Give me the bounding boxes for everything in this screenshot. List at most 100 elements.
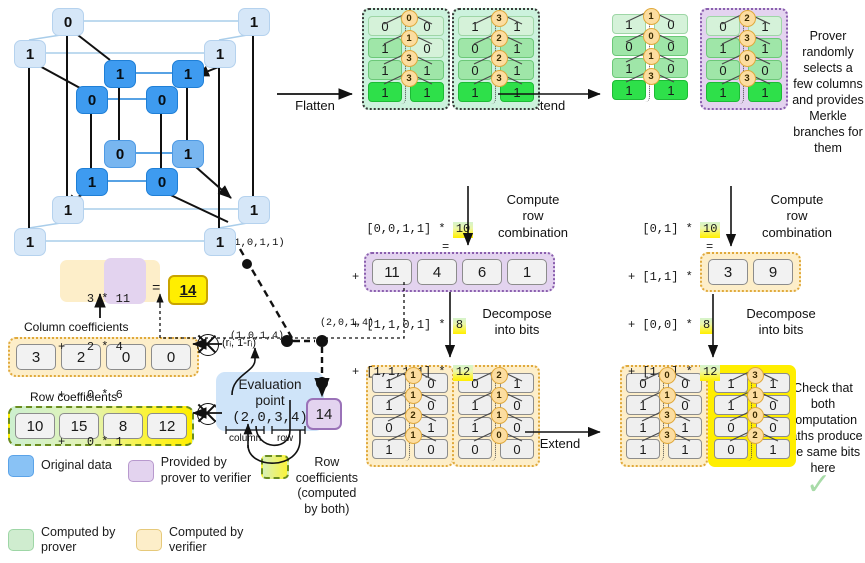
coef-chip: 3	[16, 344, 56, 370]
tree-internal-node: 3	[400, 70, 418, 87]
legend-item-row-coefficients: Row coefficients (computed by both)	[260, 455, 358, 518]
tree-leaf: 0	[458, 38, 492, 58]
cube-node: 1	[14, 40, 46, 68]
evaluation-point-title: Evaluation point	[238, 377, 302, 408]
tree-internal-node: 3	[738, 30, 756, 47]
tree-leaf: 1	[368, 82, 402, 102]
tree-leaf: 0	[458, 439, 492, 459]
row-combination-left-result: 11 4 6 1	[364, 252, 555, 292]
tree-internal-node: 0	[400, 10, 418, 27]
legend-label: Provided by prover to verifier	[160, 455, 252, 485]
legend-label: Computed by prover	[41, 524, 116, 555]
compute-row-combination-left-label: Compute row combination	[497, 192, 569, 240]
tree-internal-node: 3	[490, 10, 508, 27]
dashed-point-label-1: (1,0,1,4)	[230, 331, 285, 342]
tree-internal-node: 2	[490, 367, 508, 384]
cube-node: 1	[204, 228, 236, 256]
value-chip: 4	[417, 259, 457, 285]
tree-leaf: 1	[654, 80, 688, 100]
cube-node: 1	[238, 8, 270, 36]
cube-node: 1	[104, 60, 136, 88]
verifier-calc-result: 14	[168, 275, 208, 305]
cube-node: 0	[104, 140, 136, 168]
cube-node: 1	[52, 196, 84, 224]
tree-leaf: 1	[612, 58, 646, 78]
cube-node: 1	[172, 140, 204, 168]
tree-leaf: 1	[626, 417, 660, 437]
tree-internal-node: 0	[658, 367, 676, 384]
verifier-calc-formula: 3 * 11 + 2 * 4 + 0 * 6 + 0 * 1	[58, 291, 131, 450]
bits-tree-right-group-2: 110010013102	[708, 365, 796, 467]
tree-leaf: 0	[500, 439, 534, 459]
cube-node: 0	[146, 86, 178, 114]
tree-internal-node: 1	[404, 387, 422, 404]
evaluation-point-value: (2,0,3,4)	[232, 410, 308, 427]
legend-swatch-gradient	[260, 455, 289, 479]
flatten-tree-group-2: 100111113223	[452, 8, 540, 110]
decompose-left-label: Decompose into bits	[482, 306, 552, 338]
tree-leaf: 0	[706, 16, 740, 36]
tree-internal-node: 3	[738, 70, 756, 87]
cube-node: 1	[14, 228, 46, 256]
extend-tree-group-1: 101100011013	[608, 8, 692, 106]
tree-internal-node: 1	[658, 387, 676, 404]
tree-leaf: 0	[458, 60, 492, 80]
tree-internal-node: 3	[746, 367, 764, 384]
tree-leaf: 0	[368, 16, 402, 36]
cube-node: 0	[52, 8, 84, 36]
tree-leaf: 0	[612, 36, 646, 56]
legend-label: Row coefficients (computed by both)	[295, 455, 358, 516]
tree-leaf: 1	[458, 82, 492, 102]
cube-node: 1	[172, 60, 204, 88]
tree-leaf: 1	[500, 82, 534, 102]
cube-node: 1	[76, 168, 108, 196]
compute-row-combination-right-label: Compute row combination	[761, 192, 833, 240]
tree-internal-node: 0	[746, 407, 764, 424]
tree-internal-node: 2	[746, 427, 764, 444]
tree-leaf: 1	[368, 38, 402, 58]
tree-leaf: 1	[458, 417, 492, 437]
coef-chip: 10	[15, 413, 55, 439]
value-chip: 6	[462, 259, 502, 285]
legend-swatch-green	[8, 529, 34, 552]
tensor-product-icon-column	[197, 334, 219, 356]
tree-leaf: 0	[372, 417, 406, 437]
tree-internal-node: 2	[404, 407, 422, 424]
value-chip: 11	[372, 259, 412, 285]
tree-internal-node: 1	[746, 387, 764, 404]
legend-swatch-purple	[127, 459, 154, 482]
evaluation-row-label: row	[277, 433, 294, 444]
coef-chip: 12	[147, 413, 187, 439]
legend-item-verifier-computed: Computed by verifier	[136, 525, 278, 556]
tree-leaf: 1	[372, 439, 406, 459]
tree-internal-node: 3	[642, 68, 660, 85]
check-icon-right: ✓	[806, 468, 832, 501]
tree-internal-node: 2	[490, 50, 508, 67]
tree-internal-node: 0	[490, 427, 508, 444]
tree-internal-node: 1	[404, 427, 422, 444]
extend-tree-group-2: 010111012303	[700, 8, 788, 110]
cube-node: 1	[204, 40, 236, 68]
tree-leaf: 0	[414, 439, 448, 459]
diagram-canvas: 0 1 1 1 1 1 1 1 1 0 1 0 0 1 1 0 (1,0,1,1…	[0, 0, 865, 554]
tree-leaf: 1	[626, 439, 660, 459]
tree-leaf: 1	[612, 80, 646, 100]
row-combination-right-result: 3 9	[700, 252, 801, 292]
tree-leaf: 1	[368, 60, 402, 80]
legend-label: Computed by verifier	[169, 524, 244, 555]
flatten-tree-group-1: 011100110133	[362, 8, 450, 110]
prover-selects-note: Prover randomly selects a few columns an…	[792, 29, 864, 155]
tree-leaf: 0	[714, 439, 748, 459]
tree-internal-node: 3	[658, 407, 676, 424]
tree-leaf: 1	[706, 38, 740, 58]
tree-internal-node: 1	[490, 407, 508, 424]
tree-internal-node: 0	[738, 50, 756, 67]
tree-internal-node: 2	[490, 30, 508, 47]
tree-leaf: 1	[668, 439, 702, 459]
tree-leaf: 0	[714, 417, 748, 437]
coef-chip: 0	[151, 344, 191, 370]
evaluation-result-chip: 14	[306, 398, 342, 430]
dashed-point-label-2: (2,0,1,4)	[320, 318, 375, 329]
evaluation-column-label: column	[229, 433, 262, 444]
tree-internal-node: 1	[642, 48, 660, 65]
